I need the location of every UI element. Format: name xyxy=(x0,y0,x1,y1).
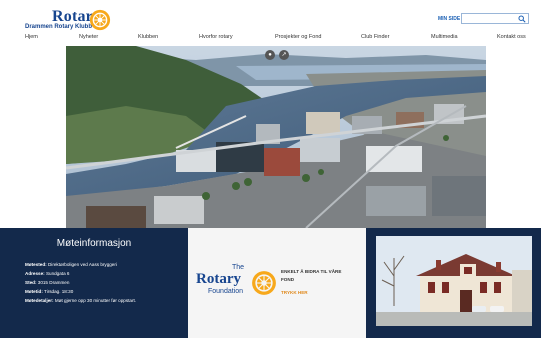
nav-item-club-finder[interactable]: Club Finder xyxy=(361,34,389,40)
page: Rotary Drammen Rotary Klubb MIN SIDE Hje… xyxy=(0,0,541,338)
rotary-wheel-icon xyxy=(252,271,276,295)
site-header: Rotary Drammen Rotary Klubb MIN SIDE Hje… xyxy=(0,0,541,44)
nav-item-hjem[interactable]: Hjem xyxy=(25,34,38,40)
meeting-row-value: 3015 Drammen xyxy=(36,280,70,285)
meeting-row-value: Direktørboligen ved Aass bryggeri xyxy=(46,262,117,267)
search-icon[interactable] xyxy=(518,15,526,23)
donate-link[interactable]: TRYKK HER xyxy=(281,290,308,295)
rotary-wheel-icon xyxy=(89,9,111,31)
meeting-row-label: Møtested: xyxy=(25,262,47,267)
meeting-info-title: Møteinformasjon xyxy=(56,238,132,249)
foundation-text: ENKELT Å BIDRA TIL VÅRE FOND xyxy=(281,268,361,284)
main-nav: Hjem Nyheter Klubben Hvorfor rotary Pros… xyxy=(0,34,541,46)
meeting-row-details: Møtedetaljer: Møt gjerne opp 30 minutter… xyxy=(25,296,185,305)
nav-item-hvorfor-rotary[interactable]: Hvorfor rotary xyxy=(199,34,233,40)
meeting-row-location: Møtested: Direktørboligen ved Aass brygg… xyxy=(25,260,185,269)
meeting-row-label: Adresse: xyxy=(25,271,45,276)
foundation-text-line: FOND xyxy=(281,277,295,282)
hero-image: ● ↗ xyxy=(66,46,486,228)
min-side-link[interactable]: MIN SIDE xyxy=(438,16,460,22)
logo-club-name: Drammen Rotary Klubb xyxy=(25,24,93,30)
meeting-row-place: Sted: 3015 Drammen xyxy=(25,278,185,287)
nav-item-prosjekter-og-fond[interactable]: Prosjekter og Fond xyxy=(275,34,321,40)
meeting-info-panel: Møteinformasjon Møtested: Direktørbolige… xyxy=(0,228,188,338)
nav-item-nyheter[interactable]: Nyheter xyxy=(79,34,98,40)
foundation-panel: The Rotary Foundation ENKELT Å BIDRA TIL… xyxy=(188,228,366,338)
rotary-foundation-logo[interactable]: The Rotary Foundation xyxy=(196,264,286,304)
meeting-row-value: Sundgata 6 xyxy=(44,271,70,276)
venue-photo-panel xyxy=(366,228,541,338)
venue-photo[interactable] xyxy=(376,236,532,326)
meeting-row-time: Møtetid: Tirsdag. 18:30 xyxy=(25,287,185,296)
house-image xyxy=(376,236,532,326)
foundation-logo-foundation: Foundation xyxy=(208,288,244,295)
foundation-logo-rotary: Rotary xyxy=(196,271,241,287)
search-input[interactable] xyxy=(461,13,529,24)
meeting-row-address: Adresse: Sundgata 6 xyxy=(25,269,185,278)
aerial-city-photo xyxy=(66,46,486,228)
meeting-row-label: Sted: xyxy=(25,280,37,285)
meeting-row-value: Møt gjerne opp 30 minutter før oppstart. xyxy=(53,298,137,303)
foundation-logo-the: The xyxy=(232,264,245,271)
nav-item-kontakt-oss[interactable]: Kontakt oss xyxy=(497,34,526,40)
share-icon[interactable]: ↗ xyxy=(279,50,289,60)
nav-item-klubben[interactable]: Klubben xyxy=(138,34,158,40)
nav-item-multimedia[interactable]: Multimedia xyxy=(431,34,458,40)
meeting-row-label: Møtetid: xyxy=(25,289,43,294)
meeting-info-list: Møtested: Direktørboligen ved Aass brygg… xyxy=(25,260,185,305)
meeting-row-label: Møtedetaljer: xyxy=(25,298,54,303)
foundation-text-line: ENKELT Å BIDRA TIL VÅRE xyxy=(281,269,342,274)
photo-icon[interactable]: ● xyxy=(265,50,275,60)
meeting-row-value: Tirsdag. 18:30 xyxy=(42,289,74,294)
rotary-logo[interactable]: Rotary Drammen Rotary Klubb xyxy=(25,8,115,34)
